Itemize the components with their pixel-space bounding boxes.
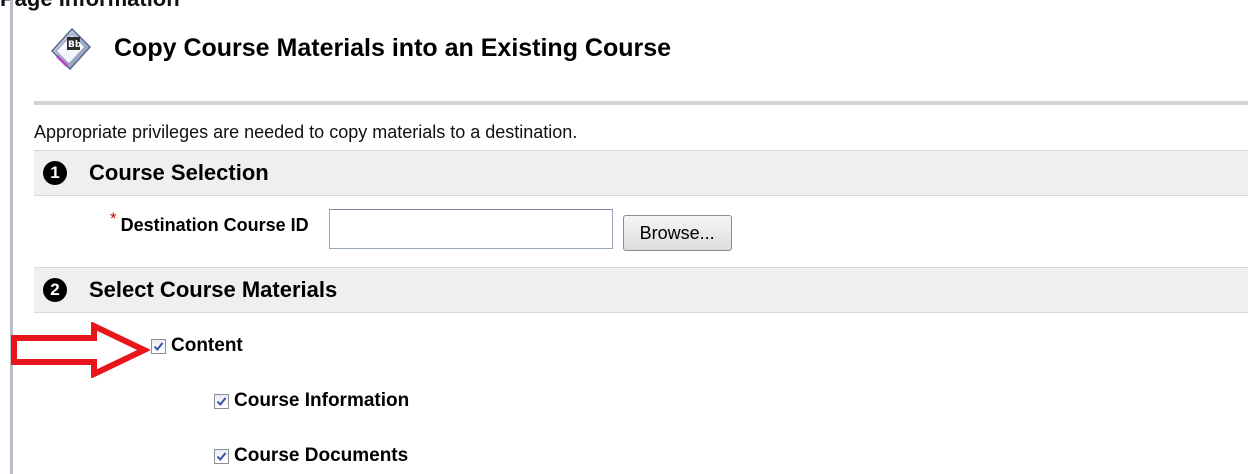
- material-course-information: Course Information: [214, 390, 409, 412]
- step-select-course-materials: 2 Select Course Materials: [34, 267, 1248, 313]
- required-marker: *: [110, 209, 117, 228]
- destination-course-id-label: Destination Course ID: [120, 214, 309, 235]
- page-title: Copy Course Materials into an Existing C…: [114, 33, 672, 62]
- course-documents-label: Course Documents: [234, 445, 409, 466]
- checkmark-icon: [216, 451, 227, 461]
- step-number-1: 1: [43, 161, 67, 185]
- svg-text:Bb: Bb: [68, 40, 82, 50]
- browse-button[interactable]: Browse...: [622, 215, 732, 251]
- material-content: Content: [151, 335, 243, 357]
- step-course-selection: 1 Course Selection: [34, 150, 1248, 196]
- step-number-2: 2: [43, 278, 67, 302]
- blackboard-course-icon: Bb: [48, 25, 94, 71]
- destination-course-field: * Destination Course ID Browse...: [110, 204, 732, 254]
- checkmark-icon: [153, 341, 164, 351]
- destination-course-id-input[interactable]: [328, 209, 613, 249]
- copy-course-page: Page Information Bb Copy Course Material…: [0, 0, 1248, 474]
- left-border: [10, 0, 13, 474]
- course-documents-checkbox[interactable]: [214, 448, 229, 464]
- content-label: Content: [171, 335, 243, 356]
- page-header: Bb Copy Course Materials into an Existin…: [48, 24, 671, 72]
- title-divider: [34, 101, 1248, 105]
- course-information-label: Course Information: [234, 390, 410, 411]
- red-arrow-annotation-icon: [11, 322, 150, 378]
- clipped-top-text: Page Information: [0, 0, 180, 12]
- content-checkbox[interactable]: [151, 338, 166, 354]
- material-course-documents: Course Documents: [214, 445, 408, 467]
- intro-text: Appropriate privileges are needed to cop…: [34, 122, 578, 142]
- course-information-checkbox[interactable]: [214, 393, 229, 409]
- checkmark-icon: [216, 396, 227, 406]
- step-title-course-selection: Course Selection: [89, 160, 269, 185]
- step-title-select-course-materials: Select Course Materials: [89, 277, 338, 302]
